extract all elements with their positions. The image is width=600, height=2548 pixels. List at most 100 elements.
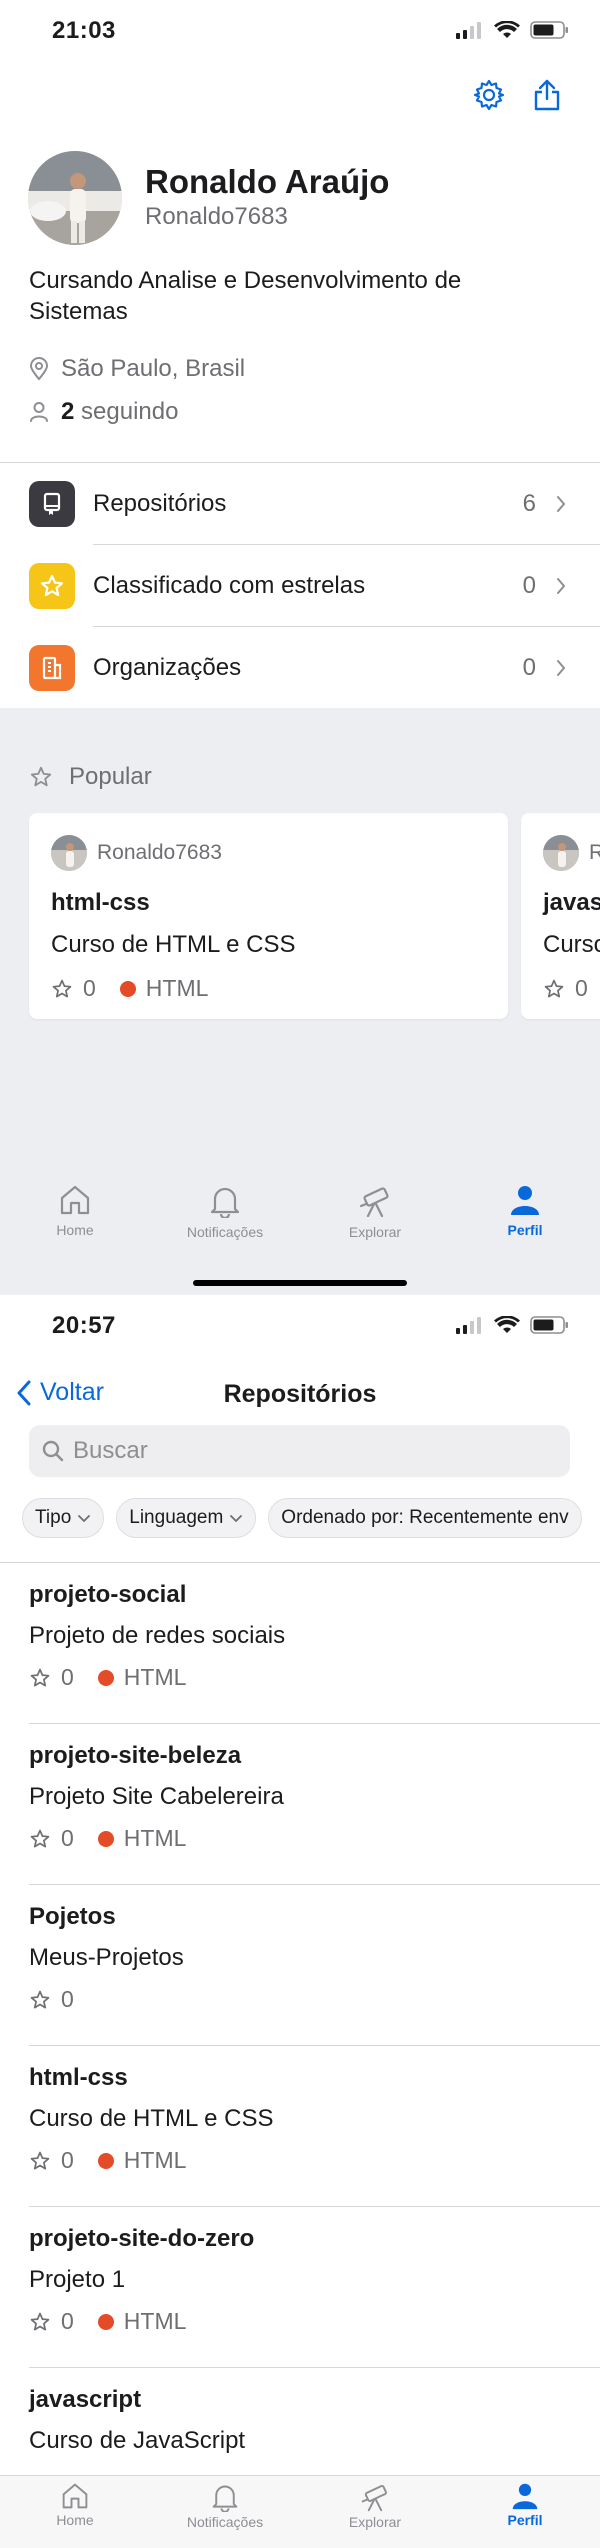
chevron-down-icon [78,1514,91,1522]
repo-stars: 0 [61,2308,74,2334]
star-outline-icon [544,979,564,997]
back-button[interactable]: Voltar [16,1378,104,1407]
language-color-dot [97,1830,114,1847]
profile-following[interactable]: 2 seguindo [29,398,178,426]
status-bar: 21:03 [0,0,600,60]
repo-name: Pojetos [29,1903,116,1930]
search-input[interactable] [73,1437,553,1465]
profile-name: Ronaldo Araújo [145,163,390,200]
home-indicator [193,1280,407,1286]
tab-explore[interactable]: Explorar [300,1170,450,1280]
tab-label: Explorar [348,1224,402,1240]
wifi-icon [494,20,520,38]
status-bar: 20:57 [0,1295,600,1355]
card-repo-name: html-css [51,889,150,916]
bell-icon [212,2485,238,2512]
repo-language: HTML [123,2147,187,2173]
language-color-dot [119,980,136,997]
repo-stars: 0 [61,1986,74,2012]
language-color-dot [97,1669,114,1686]
chevron-right-icon [557,496,565,512]
repo-description: Projeto Site Cabelereira [29,1783,284,1810]
bell-icon [210,1187,240,1218]
menu-count: 0 [522,572,536,599]
star-outline-icon [52,979,72,997]
home-icon [62,2483,88,2509]
star-outline-icon [30,1829,50,1847]
location-text: São Paulo, Brasil [61,355,246,382]
profile-menu: Repositórios 6 Classificado com estrelas… [0,462,600,709]
settings-button[interactable] [470,76,508,114]
repository-list: projeto-social Projeto de redes sociais … [0,1562,600,2529]
share-icon [534,79,560,111]
avatar[interactable] [28,151,122,245]
filter-language-button[interactable]: Linguagem [116,1498,257,1538]
search-icon [42,1440,64,1462]
repo-language: HTML [123,1825,187,1851]
tab-label: Explorar [348,2514,402,2530]
card-stars: 0 [83,975,96,1001]
tab-home[interactable]: Home [0,2476,150,2548]
tab-bar: Home Notificações Explorar Perfil [0,1170,600,1280]
search-bar[interactable] [29,1425,570,1477]
list-item[interactable]: projeto-social Projeto de redes sociais … [0,1563,600,1724]
navigation-bar: Repositórios Voltar [0,1370,600,1418]
person-icon [512,2483,538,2510]
repo-name: projeto-social [29,1581,187,1608]
popular-repo-card[interactable]: R javas Curso 0 [521,813,600,1019]
tab-profile[interactable]: Perfil [450,2476,600,2548]
card-stars: 0 [575,975,588,1001]
repo-name: html-css [29,2064,128,2091]
menu-item-starred[interactable]: Classificado com estrelas 0 [0,545,600,627]
list-item[interactable]: Pojetos Meus-Projetos 0 [0,1885,600,2046]
star-outline-icon [30,766,52,787]
menu-label: Repositórios [93,490,227,517]
profile-screen: 21:03 Ronaldo Araújo Ronaldo7683 Cursand… [0,0,600,1295]
menu-item-repositories[interactable]: Repositórios 6 [0,463,600,545]
list-item[interactable]: html-css Curso de HTML e CSS 0 HTML [0,2046,600,2207]
star-outline-icon [30,2151,50,2169]
repo-name: projeto-site-do-zero [29,2225,255,2252]
list-item[interactable]: projeto-site-beleza Projeto Site Cabeler… [0,1724,600,1885]
status-icons [456,1315,570,1335]
language-color-dot [97,2152,114,2169]
tab-notifications[interactable]: Notificações [150,1170,300,1280]
popular-title: Popular [69,763,152,790]
owner-avatar [543,835,579,871]
profile-login: Ronaldo7683 [145,203,288,230]
gear-icon [473,79,505,111]
tab-profile[interactable]: Perfil [450,1170,600,1280]
filter-sort-button[interactable]: Ordenado por: Recentemente env [268,1498,582,1538]
card-description: Curso [543,931,600,958]
menu-item-organizations[interactable]: Organizações 0 [0,627,600,709]
location-pin-icon [29,357,49,381]
popular-repo-card[interactable]: Ronaldo7683 html-css Curso de HTML e CSS… [29,813,508,1019]
chevron-right-icon [557,660,565,676]
repo-language: HTML [123,1664,187,1690]
tab-label: Home [56,1222,94,1238]
filter-type-button[interactable]: Tipo [22,1498,105,1538]
status-time: 21:03 [52,17,116,44]
list-item[interactable]: projeto-site-do-zero Projeto 1 0 HTML [0,2207,600,2368]
menu-label: Organizações [93,654,242,681]
chevron-left-icon [17,1380,31,1405]
card-owner: R [589,841,600,864]
card-language: HTML [145,975,209,1001]
tab-explore[interactable]: Explorar [300,2476,450,2548]
signal-icon [456,1317,481,1334]
repositories-screen: 20:57 Repositórios Voltar Tipo Linguagem… [0,1295,600,2548]
filter-label: Ordenado por: Recentemente env [281,1507,569,1528]
home-icon [60,1185,90,1215]
tab-home[interactable]: Home [0,1170,150,1280]
organization-icon [29,645,75,691]
profile-location: São Paulo, Brasil [29,355,245,383]
menu-label: Classificado com estrelas [93,572,366,599]
card-owner: Ronaldo7683 [97,841,222,864]
chevron-right-icon [557,578,565,594]
repo-stars: 0 [61,2147,74,2173]
signal-icon [456,22,481,39]
following-label: seguindo [81,398,179,425]
tab-notifications[interactable]: Notificações [150,2476,300,2548]
card-description: Curso de HTML e CSS [51,931,296,958]
share-button[interactable] [528,76,566,114]
